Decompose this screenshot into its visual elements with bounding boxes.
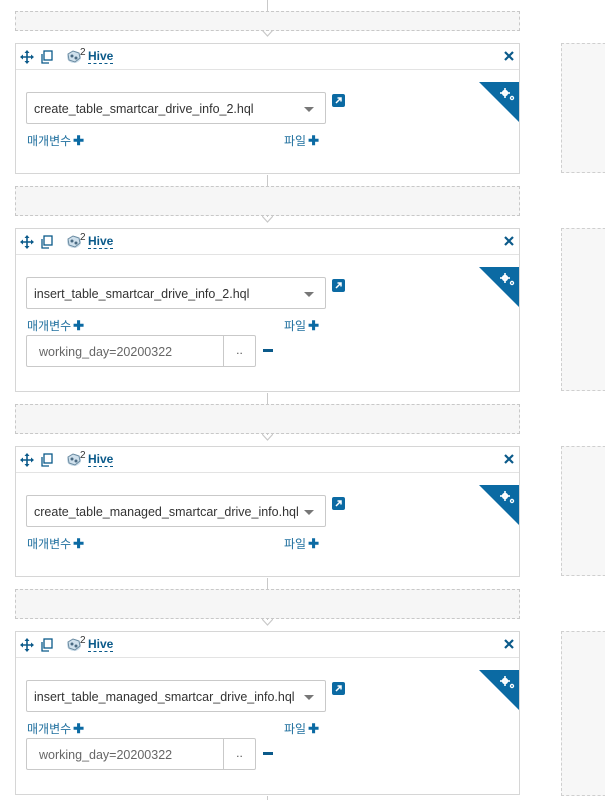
script-select-value: create_table_managed_smartcar_drive_info… (34, 505, 299, 519)
parameter-input[interactable]: working_day=20200322 (26, 335, 224, 367)
drop-zone[interactable] (15, 404, 520, 434)
action-type-label[interactable]: Hive (88, 452, 114, 467)
parameter-label: 매개변수 (27, 319, 72, 333)
move-icon[interactable] (20, 453, 34, 467)
flow-arrow (262, 434, 273, 441)
action-header: 2 Hive (16, 447, 519, 473)
external-link-icon[interactable] (332, 94, 345, 107)
script-select[interactable]: create_table_smartcar_drive_info_2.hql (26, 92, 326, 124)
move-icon[interactable] (20, 235, 34, 249)
add-file-link[interactable]: 파일 ✚ (284, 317, 319, 334)
action-type-label[interactable]: Hive (88, 637, 114, 652)
file-label: 파일 (284, 134, 307, 148)
hive-action-node[interactable]: 2 Hive insert_table_managed_smartcar_dri… (15, 631, 520, 795)
move-icon[interactable] (20, 638, 34, 652)
settings-corner[interactable] (479, 485, 519, 525)
plus-icon: ✚ (73, 133, 85, 148)
add-file-link[interactable]: 파일 ✚ (284, 535, 319, 552)
file-label: 파일 (284, 722, 307, 736)
add-file-link[interactable]: 파일 ✚ (284, 720, 319, 737)
action-header: 2 Hive (16, 632, 519, 658)
add-parameter-link[interactable]: 매개변수 ✚ (27, 132, 84, 149)
copy-icon[interactable] (40, 638, 54, 652)
action-header: 2 Hive (16, 44, 519, 70)
flow-connector (267, 796, 268, 800)
copy-icon[interactable] (40, 235, 54, 249)
plus-icon: ✚ (308, 721, 319, 736)
drop-zone[interactable] (15, 589, 520, 619)
action-type-label[interactable]: Hive (88, 234, 114, 249)
file-label: 파일 (284, 319, 307, 333)
parameter-input[interactable]: working_day=20200322 (26, 738, 224, 770)
close-icon[interactable] (503, 235, 515, 247)
hive-action-node[interactable]: 2 Hive create_table_smartcar_drive_info_… (15, 43, 520, 174)
chevron-down-icon (304, 510, 314, 515)
script-select-value: create_table_smartcar_drive_info_2.hql (34, 102, 254, 116)
hive-version: 2 (80, 450, 86, 461)
drop-zone[interactable] (15, 186, 520, 216)
plus-icon: ✚ (73, 536, 85, 551)
hive-action-node[interactable]: 2 Hive create_table_managed_smartcar_dri… (15, 446, 520, 577)
minus-icon[interactable] (263, 752, 273, 755)
close-icon[interactable] (503, 50, 515, 62)
add-parameter-link[interactable]: 매개변수 ✚ (27, 720, 84, 737)
flow-arrow (262, 619, 273, 626)
parameter-browse-button[interactable]: .. (223, 738, 256, 770)
settings-corner[interactable] (479, 670, 519, 710)
script-select-value: insert_table_smartcar_drive_info_2.hql (34, 287, 250, 301)
side-drop-zone[interactable] (561, 446, 605, 576)
plus-icon: ✚ (308, 133, 319, 148)
flow-arrow (262, 30, 273, 37)
plus-icon: ✚ (308, 536, 319, 551)
add-file-link[interactable]: 파일 ✚ (284, 132, 319, 149)
hive-version: 2 (80, 635, 86, 646)
script-select-value: insert_table_managed_smartcar_drive_info… (34, 690, 295, 704)
file-label: 파일 (284, 537, 307, 551)
hive-version: 2 (80, 47, 86, 58)
parameter-label: 매개변수 (27, 537, 72, 551)
minus-icon[interactable] (263, 349, 273, 352)
settings-corner[interactable] (479, 82, 519, 122)
plus-icon: ✚ (73, 318, 85, 333)
add-parameter-link[interactable]: 매개변수 ✚ (27, 535, 84, 552)
side-drop-zone[interactable] (561, 228, 605, 391)
chevron-down-icon (304, 292, 314, 297)
hive-action-node[interactable]: 2 Hive insert_table_smartcar_drive_info_… (15, 228, 520, 392)
script-select[interactable]: insert_table_managed_smartcar_drive_info… (26, 680, 326, 712)
script-select[interactable]: insert_table_smartcar_drive_info_2.hql (26, 277, 326, 309)
plus-icon: ✚ (308, 318, 319, 333)
external-link-icon[interactable] (332, 279, 345, 292)
drop-zone[interactable] (15, 11, 520, 31)
parameter-value: working_day=20200322 (39, 345, 173, 359)
parameter-browse-button[interactable]: .. (223, 335, 256, 367)
action-header: 2 Hive (16, 229, 519, 255)
parameter-label: 매개변수 (27, 722, 72, 736)
action-type-label[interactable]: Hive (88, 49, 114, 64)
parameter-value: working_day=20200322 (39, 748, 173, 762)
settings-corner[interactable] (479, 267, 519, 307)
side-drop-zone[interactable] (561, 631, 605, 796)
hive-version: 2 (80, 232, 86, 243)
move-icon[interactable] (20, 50, 34, 64)
parameter-label: 매개변수 (27, 134, 72, 148)
external-link-icon[interactable] (332, 497, 345, 510)
close-icon[interactable] (503, 638, 515, 650)
chevron-down-icon (304, 107, 314, 112)
flow-arrow (262, 216, 273, 223)
copy-icon[interactable] (40, 50, 54, 64)
close-icon[interactable] (503, 453, 515, 465)
script-select[interactable]: create_table_managed_smartcar_drive_info… (26, 495, 326, 527)
plus-icon: ✚ (73, 721, 85, 736)
add-parameter-link[interactable]: 매개변수 ✚ (27, 317, 84, 334)
copy-icon[interactable] (40, 453, 54, 467)
external-link-icon[interactable] (332, 682, 345, 695)
chevron-down-icon (304, 695, 314, 700)
side-drop-zone[interactable] (561, 43, 605, 173)
